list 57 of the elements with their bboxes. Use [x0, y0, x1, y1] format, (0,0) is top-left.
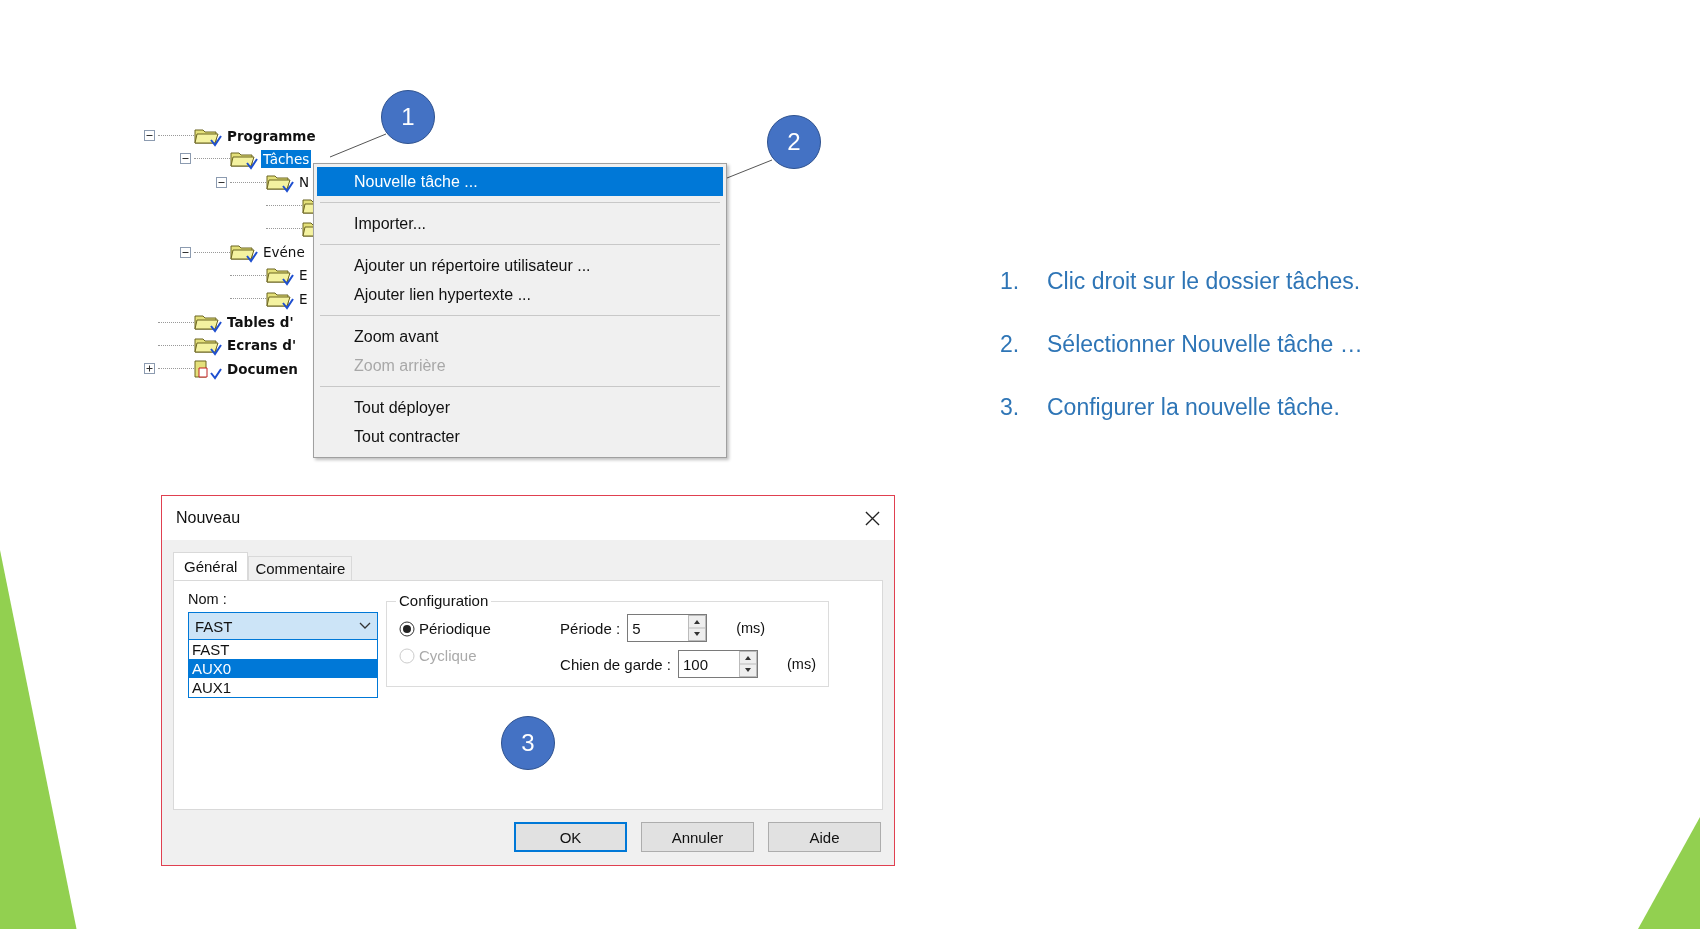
tree-item[interactable]: Ecrans d'	[225, 336, 299, 355]
dialog-button[interactable]: Aide	[768, 822, 881, 852]
dropdown-option[interactable]: AUX0	[189, 659, 377, 678]
menu-item[interactable]: Tout déployer	[317, 393, 723, 422]
step-marker: 1	[381, 90, 435, 144]
expander-icon[interactable]	[216, 176, 227, 188]
dialog-title: Nouveau	[176, 509, 241, 527]
close-icon[interactable]	[865, 510, 880, 526]
step-text: Clic droit sur le dossier tâches.	[1047, 268, 1361, 295]
tab[interactable]: Général	[173, 552, 249, 580]
dialog-button[interactable]: OK	[514, 822, 627, 852]
name-dropdown[interactable]: FAST	[188, 612, 378, 640]
spinner-arrows-icon[interactable]	[739, 651, 757, 677]
unit-label: (ms)	[736, 620, 766, 636]
step-number: 1.	[1000, 268, 1021, 295]
group-title: Configuration	[396, 592, 492, 609]
step-text: Sélectionner Nouvelle tâche …	[1047, 331, 1363, 358]
tree-item[interactable]: Programme	[225, 126, 318, 145]
step-number: 3.	[1000, 394, 1021, 421]
field-label: Période :	[560, 619, 621, 637]
tree-item[interactable]: Documen	[225, 359, 300, 378]
document-folder-icon	[194, 357, 222, 380]
unit-label: (ms)	[787, 656, 816, 672]
menu-item[interactable]: Nouvelle tâche ...	[317, 167, 723, 196]
spinner-arrows-icon[interactable]	[688, 615, 707, 641]
field-label: Chien de garde :	[560, 655, 671, 673]
expander-icon[interactable]	[144, 363, 155, 375]
chevron-icon	[359, 622, 371, 630]
dropdown-option[interactable]: AUX1	[189, 678, 377, 697]
dropdown-option[interactable]: FAST	[189, 640, 377, 659]
menu-item[interactable]: Ajouter un répertoire utilisateur ...	[317, 251, 723, 280]
radio-button[interactable]	[399, 620, 415, 637]
name-label: Nom :	[188, 591, 228, 607]
number-spinner[interactable]: 5	[627, 614, 708, 642]
number-spinner[interactable]: 100	[678, 650, 758, 678]
menu-item[interactable]: Ajouter lien hypertexte ...	[317, 280, 723, 309]
tab[interactable]: Commentaire	[248, 556, 353, 580]
expander-icon[interactable]	[180, 153, 191, 165]
expander-icon[interactable]	[144, 130, 155, 142]
tree-item[interactable]: E	[297, 289, 310, 308]
step-marker: 2	[767, 115, 821, 169]
dialog-button[interactable]: Annuler	[641, 822, 754, 852]
tree-item[interactable]: E	[297, 266, 310, 285]
tree-item[interactable]: Tâches	[261, 149, 312, 168]
tree-item[interactable]: N	[297, 173, 312, 192]
tree-item[interactable]: Tables d'	[225, 313, 296, 331]
tree-item[interactable]: Evéne	[261, 243, 307, 262]
leader-line	[329, 133, 387, 158]
step-text: Configurer la nouvelle tâche.	[1047, 394, 1340, 421]
radio-label: Cyclique	[419, 647, 477, 664]
menu-item[interactable]: Zoom avant	[317, 322, 723, 351]
menu-item[interactable]: Tout contracter	[317, 422, 723, 451]
expander-icon[interactable]	[180, 246, 191, 258]
menu-item[interactable]: Importer...	[317, 209, 723, 238]
leader-line	[726, 159, 773, 179]
radio-label: Périodique	[419, 620, 491, 637]
step-number: 2.	[1000, 331, 1021, 358]
